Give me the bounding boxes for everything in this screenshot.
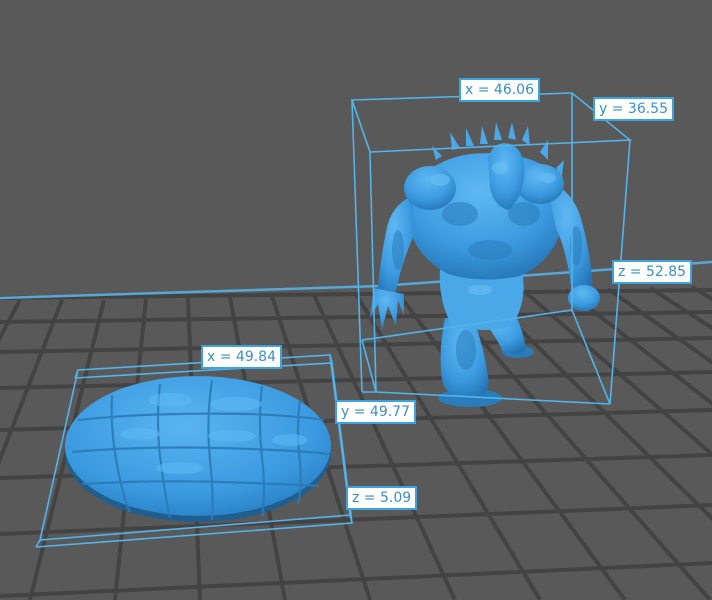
base-dimension-y-label: y = 49.77 xyxy=(335,400,416,424)
base-plate-model[interactable] xyxy=(65,376,331,522)
monster-figure-model[interactable] xyxy=(370,122,600,407)
monster-dimension-z-label: z = 52.85 xyxy=(612,260,693,284)
base-dimension-z-label: z = 5.09 xyxy=(346,486,418,510)
monster-dimension-y-label: y = 36.55 xyxy=(593,97,674,121)
3d-viewport[interactable]: x = 46.06 y = 36.55 z = 52.85 x = 49.84 … xyxy=(0,0,712,600)
base-dimension-x-label: x = 49.84 xyxy=(201,345,282,369)
monster-dimension-x-label: x = 46.06 xyxy=(459,78,540,102)
scene-canvas[interactable] xyxy=(0,0,712,600)
